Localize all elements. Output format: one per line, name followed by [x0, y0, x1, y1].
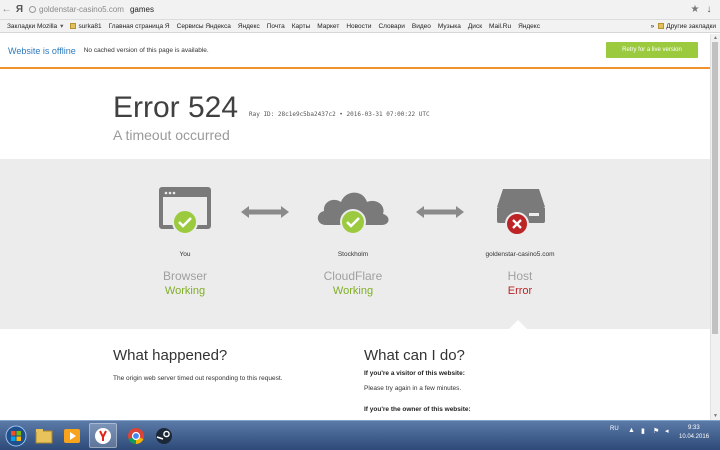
what-can-i-do-title: What can I do? [364, 347, 465, 364]
yandex-browser-icon [95, 427, 111, 444]
bookmark-item[interactable]: Закладки Mozilla [7, 23, 57, 30]
offline-banner: Website is offline No cached version of … [0, 34, 710, 69]
node-state: Error [507, 285, 533, 297]
server-icon [497, 189, 545, 236]
steam-icon [156, 427, 172, 444]
node-state: Working [332, 285, 374, 297]
start-button[interactable] [2, 423, 30, 448]
folder-icon [658, 23, 665, 30]
network-icon[interactable]: ▮ [641, 427, 645, 435]
windows-logo-icon [5, 425, 27, 446]
status-diagram: You Browser Working Stockholm CloudFlare… [0, 159, 710, 329]
bookmark-item[interactable]: Словари [378, 23, 404, 30]
media-player-taskbar-button[interactable] [58, 423, 86, 448]
bookmark-item[interactable]: Почта [267, 23, 285, 30]
chevron-down-icon[interactable]: ▾ [60, 22, 63, 30]
error-subtitle: A timeout occurred [113, 127, 230, 143]
cloud-icon [317, 192, 389, 235]
yandex-logo-icon[interactable]: Я [13, 3, 26, 17]
bookmark-item[interactable]: Карты [292, 23, 311, 30]
node-role: CloudFlare [323, 269, 383, 283]
node-location: You [179, 251, 191, 258]
steam-taskbar-button[interactable] [150, 423, 178, 448]
folder-icon [35, 428, 53, 443]
url-query: games [129, 5, 154, 14]
node-role: Browser [162, 269, 207, 283]
scroll-down-icon[interactable]: ▼ [711, 412, 720, 420]
what-happened-text: The origin web server timed out respondi… [113, 375, 283, 382]
back-arrow-icon[interactable]: ← [0, 3, 13, 17]
what-happened-title: What happened? [113, 347, 228, 364]
bookmark-item[interactable]: Mail.Ru [489, 23, 511, 30]
bookmark-item[interactable]: Музыка [438, 23, 461, 30]
ray-id: Ray ID: 28c1e9c5ba2437c2 • 2016-03-31 07… [249, 111, 430, 118]
bookmarks-bar: Закладки Mozilla ▾ surka81 Главная стран… [0, 20, 720, 33]
bookmark-item[interactable]: Яндекс [518, 23, 540, 30]
download-icon[interactable]: ↓ [702, 4, 716, 15]
flag-icon[interactable]: ⚑ [653, 427, 659, 435]
info-section: What happened? The origin web server tim… [0, 329, 710, 420]
node-location: Stockholm [337, 251, 369, 258]
bookmark-item[interactable]: Новости [346, 23, 371, 30]
yandex-browser-taskbar-button[interactable] [89, 423, 117, 448]
scroll-up-icon[interactable]: ▲ [711, 34, 720, 42]
lock-icon [29, 6, 36, 13]
star-icon[interactable]: ★ [688, 4, 702, 15]
node-state: Working [164, 285, 206, 297]
visitor-heading: If you're a visitor of this website: [364, 370, 465, 377]
error-title: Error 524 [113, 91, 239, 124]
bookmark-item[interactable]: Главная страница Я [109, 23, 170, 30]
volume-icon[interactable]: ◂ [665, 427, 669, 435]
url-host: goldenstar-casino5.com [39, 5, 124, 14]
visitor-text: Please try again in a few minutes. [364, 385, 462, 392]
bookmark-item[interactable]: Диск [468, 23, 482, 30]
bookmark-item[interactable]: Яндекс [238, 23, 260, 30]
clock-time[interactable]: 9:33 [688, 425, 700, 431]
media-player-icon [64, 428, 80, 443]
bookmark-item[interactable]: Сервисы Яндекса [177, 23, 231, 30]
other-bookmarks[interactable]: Другие закладки [658, 23, 716, 30]
double-arrow-icon [416, 206, 464, 218]
browser-window-icon [159, 187, 211, 235]
node-role: Host [507, 269, 533, 283]
bookmark-item[interactable]: surka81 [70, 22, 102, 30]
offline-subtitle: No cached version of this page is availa… [83, 47, 209, 54]
more-bookmarks-icon[interactable]: » [651, 23, 655, 30]
owner-heading: If you're the owner of this website: [364, 406, 471, 413]
double-arrow-icon [241, 206, 289, 218]
scrollbar-thumb[interactable] [712, 42, 718, 334]
browser-address-bar: ← Я goldenstar-casino5.com games ★ ↓ [0, 0, 720, 20]
bookmark-item[interactable]: Маркет [317, 23, 339, 30]
retry-button[interactable]: Retry for a live version [606, 42, 698, 58]
bookmark-item[interactable]: Видео [412, 23, 431, 30]
explorer-taskbar-button[interactable] [30, 423, 58, 448]
offline-title: Website is offline [8, 45, 76, 56]
clock-date[interactable]: 10.04.2016 [679, 434, 709, 440]
taskbar: RU ▲ ▮ ⚑ ◂ 9:33 10.04.2016 [0, 420, 720, 450]
host-pointer [509, 320, 527, 329]
url-field[interactable]: goldenstar-casino5.com games [29, 3, 688, 17]
language-indicator[interactable]: RU [610, 426, 619, 432]
folder-icon [70, 22, 77, 29]
chrome-taskbar-button[interactable] [122, 423, 150, 448]
error-header: Error 524 Ray ID: 28c1e9c5ba2437c2 • 201… [0, 71, 710, 159]
tray-arrow-icon[interactable]: ▲ [628, 427, 635, 434]
node-location: goldenstar-casino5.com [485, 251, 555, 258]
chrome-icon [128, 427, 144, 444]
